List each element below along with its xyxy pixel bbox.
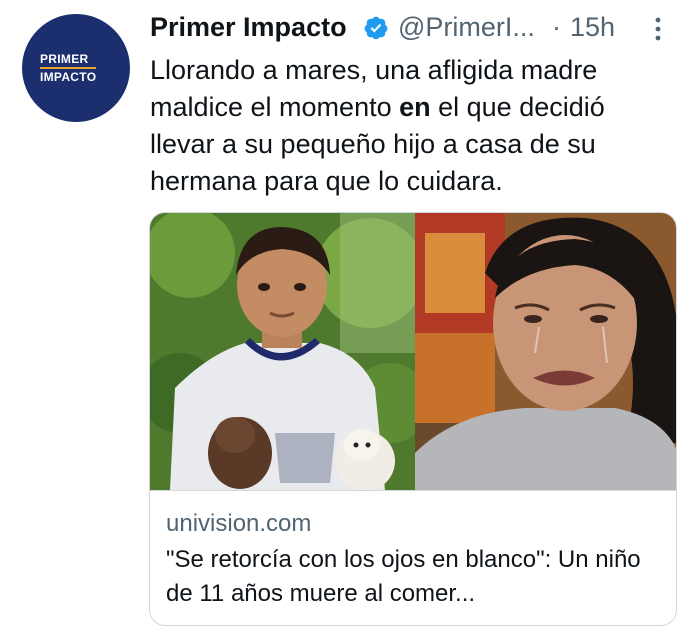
- link-card-media[interactable]: [150, 213, 676, 490]
- verified-badge-icon: [364, 16, 388, 40]
- link-card-divider: [150, 490, 676, 491]
- separator-dot: ·: [552, 12, 561, 42]
- tweet[interactable]: PRIMER IMPACTO Primer Impacto @PrimerI..…: [0, 0, 700, 640]
- more-options-icon[interactable]: [652, 16, 664, 42]
- avatar-line-primer: PRIMER: [40, 51, 89, 66]
- tweet-text-bold: en: [399, 92, 431, 122]
- account-handle[interactable]: @PrimerI...: [398, 10, 535, 44]
- crying-mother-photo: [415, 213, 676, 490]
- avatar-line-impacto: IMPACTO: [40, 66, 97, 84]
- tweet-header: Primer Impacto @PrimerI... · 15h: [150, 10, 680, 46]
- tweet-text: Llorando a mares, una afligida madre mal…: [150, 52, 650, 200]
- boy-with-puppies-photo: [150, 213, 415, 490]
- avatar[interactable]: PRIMER IMPACTO: [22, 14, 130, 122]
- link-card-title[interactable]: "Se retorcía con los ojos en blanco": Un…: [166, 543, 666, 611]
- link-card[interactable]: univision.com "Se retorcía con los ojos …: [149, 212, 677, 626]
- timestamp[interactable]: 15h: [570, 10, 615, 44]
- display-name[interactable]: Primer Impacto: [150, 10, 347, 44]
- link-card-domain[interactable]: univision.com: [166, 509, 311, 539]
